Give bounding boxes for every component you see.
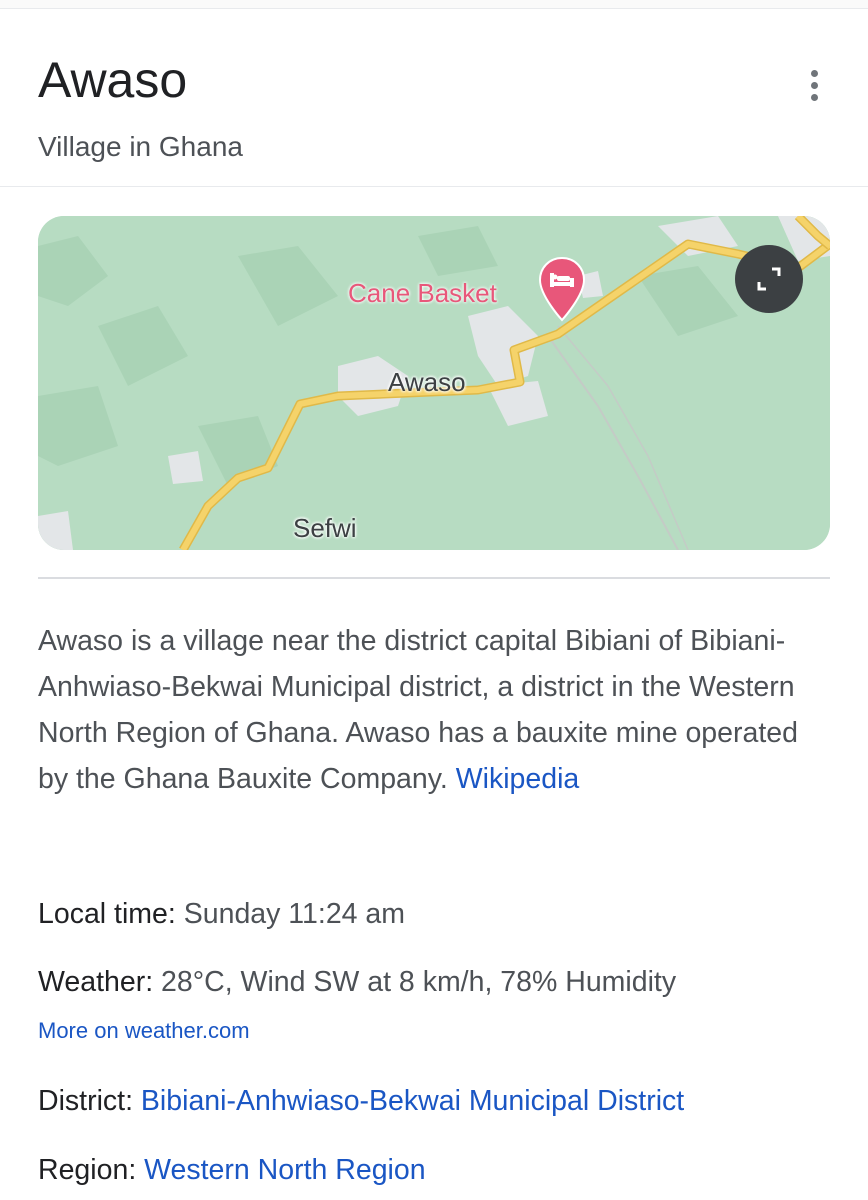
top-edge — [0, 0, 868, 9]
fact-region: Region: Western North Region — [38, 1152, 426, 1188]
fact-weather: Weather: 28°C, Wind SW at 8 km/h, 78% Hu… — [38, 964, 676, 1000]
fact-label: District: — [38, 1085, 133, 1117]
fact-district: District: Bibiani-Anhwiaso-Bekwai Munici… — [38, 1083, 684, 1119]
nearby-label: Sefwi — [293, 513, 357, 543]
district-link[interactable]: Bibiani-Anhwiaso-Bekwai Municipal Distri… — [133, 1085, 684, 1117]
fact-local-time: Local time: Sunday 11:24 am — [38, 896, 405, 932]
page-title: Awaso — [38, 52, 188, 108]
fact-label: Weather: — [38, 966, 154, 998]
more-weather-link[interactable]: More on weather.com — [38, 1016, 250, 1046]
page-subtitle: Village in Ghana — [38, 131, 243, 162]
fact-value: Sunday 11:24 am — [175, 898, 406, 930]
description-text: Awaso is a village near the district cap… — [38, 625, 798, 795]
expand-fullscreen-icon — [757, 267, 781, 291]
description: Awaso is a village near the district cap… — [38, 618, 828, 802]
header-divider — [0, 186, 868, 187]
region-link[interactable]: Western North Region — [136, 1154, 425, 1186]
map-preview[interactable]: Cane Basket Awaso Sefwi — [38, 216, 830, 550]
poi-label[interactable]: Cane Basket — [348, 278, 497, 308]
more-options-button[interactable] — [798, 66, 832, 104]
map-divider — [38, 577, 830, 579]
fact-value: 28°C, Wind SW at 8 km/h, 78% Humidity — [153, 966, 677, 998]
fact-label: Local time: — [38, 898, 176, 930]
wikipedia-link[interactable]: Wikipedia — [456, 763, 580, 795]
hotel-bed-icon[interactable] — [538, 256, 586, 322]
poi-label-text: Cane Basket — [348, 278, 497, 308]
place-label: Awaso — [388, 367, 466, 397]
expand-map-button[interactable] — [735, 245, 803, 313]
fact-label: Region: — [38, 1154, 137, 1186]
